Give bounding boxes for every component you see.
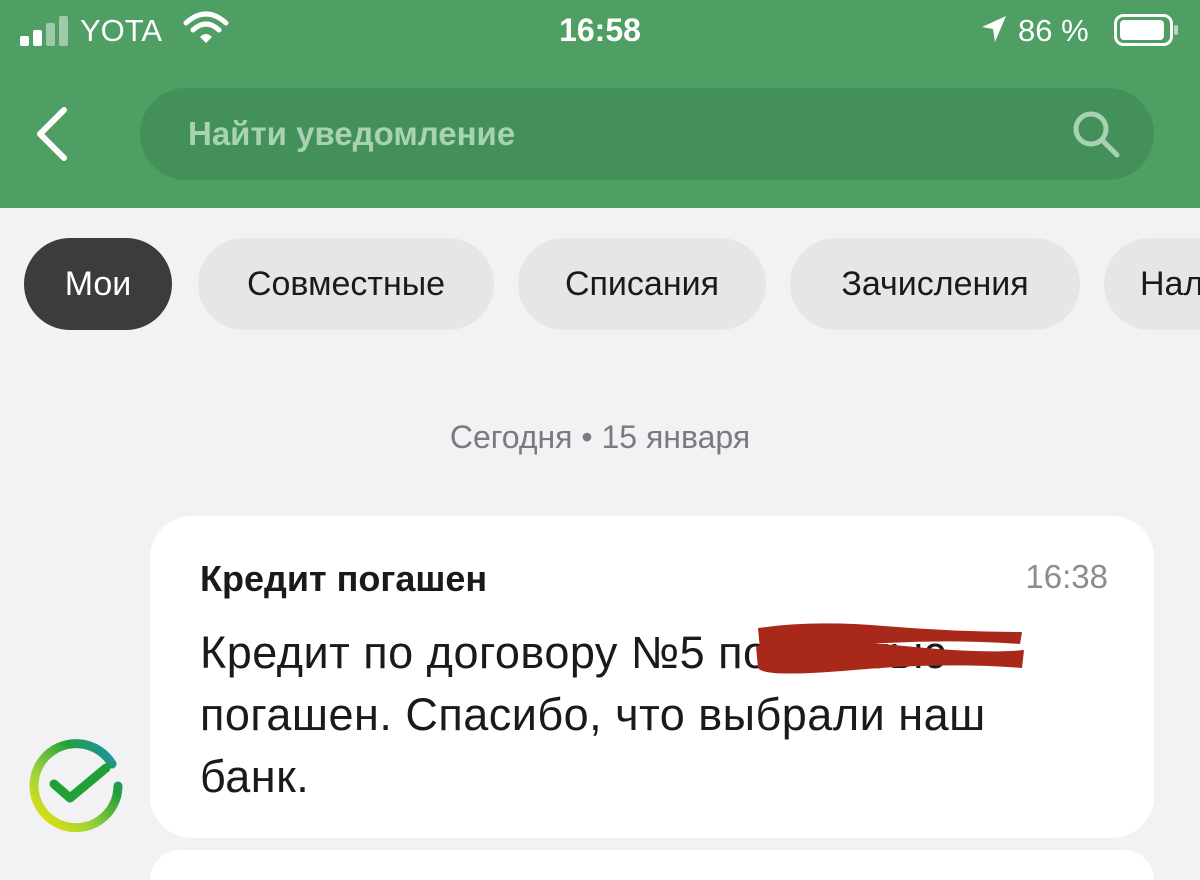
tab-joint[interactable]: Совместные xyxy=(198,238,494,330)
search-bar[interactable]: Найти уведомление xyxy=(140,88,1154,180)
battery-icon xyxy=(1114,14,1178,46)
tab-more[interactable]: Нал xyxy=(1104,238,1200,330)
battery-percent: 86 % xyxy=(1018,13,1089,48)
app-header: YOTA 16:58 86 % Найти уведомление xyxy=(0,0,1200,208)
notification-card[interactable]: Кредит погашен 16:38 Кредит по договору … xyxy=(150,516,1154,838)
date-separator: Сегодня • 15 января xyxy=(449,419,751,455)
status-bar: YOTA 16:58 86 % xyxy=(0,0,1200,64)
wifi-icon xyxy=(183,11,229,43)
location-arrow-icon xyxy=(982,16,1006,42)
search-icon[interactable] xyxy=(1070,108,1122,160)
signal-icon xyxy=(20,14,70,46)
redaction-mark xyxy=(756,623,1024,674)
tab-credits[interactable]: Зачисления xyxy=(790,238,1080,330)
filter-tabs: Мои Совместные Списания Зачисления Нал xyxy=(0,238,1200,330)
back-arrow-icon xyxy=(37,107,67,161)
tab-my[interactable]: Мои xyxy=(24,238,172,330)
sber-logo-icon xyxy=(29,739,123,833)
tab-debits[interactable]: Списания xyxy=(518,238,766,330)
back-button[interactable] xyxy=(22,96,82,172)
notification-time: 16:38 xyxy=(1025,558,1108,595)
status-time: 16:58 xyxy=(559,12,641,48)
notification-title: Кредит погашен xyxy=(200,558,488,599)
carrier-name: YOTA xyxy=(80,13,163,48)
search-input[interactable]: Найти уведомление xyxy=(188,88,515,180)
notification-card-next[interactable] xyxy=(150,850,1154,880)
